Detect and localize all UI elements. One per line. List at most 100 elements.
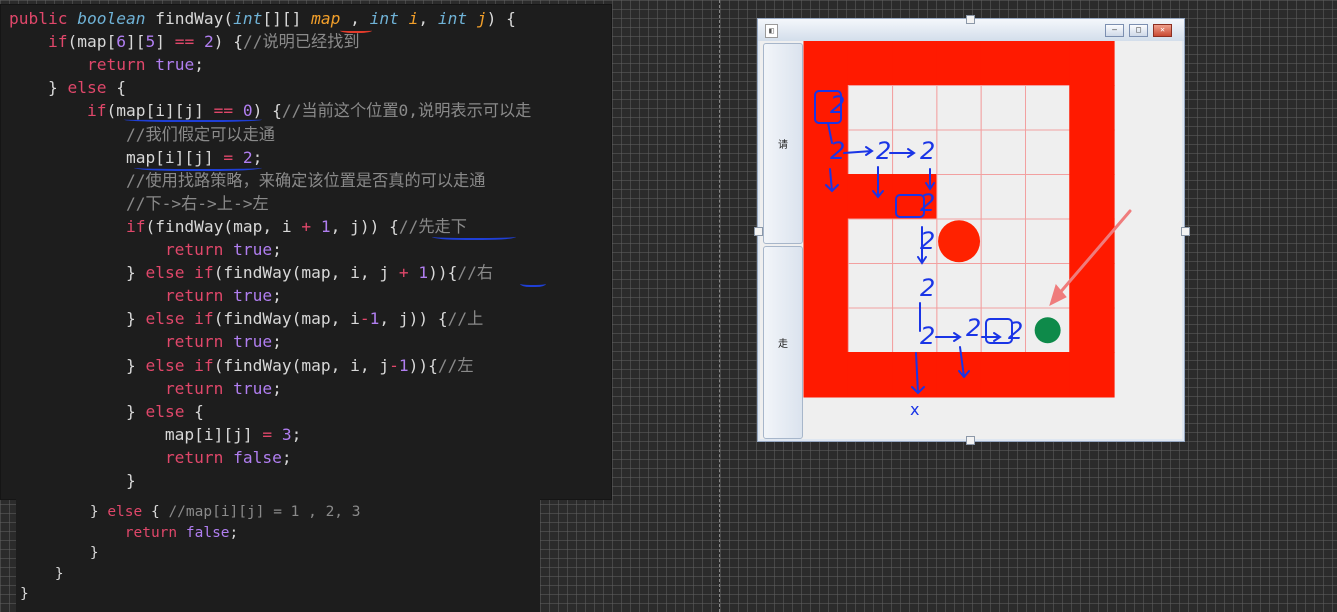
code-token: }: [9, 401, 146, 421]
maze-wall-cell: [803, 263, 849, 309]
code-token: else if: [145, 263, 214, 283]
code-token: map: [311, 9, 341, 28]
code-token: true: [233, 240, 273, 259]
annotation-two: 2: [830, 91, 845, 119]
code-line: return false;: [20, 523, 239, 543]
maze-open-cell: [892, 85, 938, 131]
resize-handle-top[interactable]: [966, 15, 975, 24]
code-token: return: [164, 286, 234, 306]
red-ball: [938, 220, 981, 263]
code-token: }: [9, 78, 68, 98]
annotation-two: 2: [920, 189, 935, 217]
maze-wall-cell: [803, 41, 849, 86]
code-token: true: [233, 378, 273, 398]
code-line: }: [20, 543, 99, 563]
code-token: ;: [272, 332, 282, 352]
code-token: }: [20, 586, 29, 602]
maze-window[interactable]: ◧ – □ ✕ 请 走 2222222222x: [757, 18, 1185, 442]
code-token: ;: [281, 447, 292, 467]
code-line: } else {: [9, 400, 204, 423]
maze-open-cell: [980, 174, 1026, 220]
code-line: return true;: [9, 377, 282, 400]
code-token: , j)) {: [379, 309, 448, 329]
maze-wall-cell: [847, 352, 894, 398]
maze-open-cell: [1025, 174, 1071, 220]
code-token: return: [86, 55, 156, 75]
minimize-button[interactable]: –: [1105, 24, 1124, 37]
maze-open-cell: [936, 174, 982, 220]
underline-assign-two: [134, 163, 262, 171]
code-token: (findWay(map, i, j: [213, 355, 390, 375]
code-token: int: [233, 9, 263, 28]
app-icon: ◧: [765, 24, 778, 38]
code-token: }: [20, 565, 64, 582]
code-token: i: [408, 9, 419, 28]
underline-equals-zero: [124, 116, 262, 122]
code-token: (findWay(map, i: [145, 216, 302, 236]
code-token: false: [233, 447, 282, 467]
code-token: }: [9, 355, 146, 375]
code-token: else: [107, 504, 143, 520]
code-token: findWay(: [155, 9, 234, 28]
maze-wall-cell: [847, 41, 894, 86]
code-token: else: [145, 401, 185, 421]
code-token: 1: [369, 309, 380, 329]
resize-handle-bottom[interactable]: [966, 436, 975, 445]
code-token: //上: [447, 309, 484, 329]
maze-wall-cell: [1025, 352, 1071, 398]
code-token: map[i][j]: [9, 424, 263, 444]
resize-handle-left[interactable]: [754, 227, 763, 236]
maze-open-cell: [847, 85, 894, 131]
maze-wall-cell: [847, 174, 894, 220]
code-token: //右: [457, 263, 494, 283]
code-editor-continuation[interactable]: } else { //map[i][j] = 1 , 2, 3 return f…: [16, 498, 540, 612]
code-token: (map[: [67, 32, 117, 52]
annotation-two: 2: [920, 274, 935, 302]
maze-wall-cell: [1069, 85, 1115, 131]
code-token: //我们假定可以走通: [125, 124, 275, 144]
maze-wall-cell: [980, 352, 1026, 398]
maze-open-cell: [936, 263, 982, 309]
code-line: return false;: [9, 446, 292, 469]
code-editor[interactable]: public boolean findWay(int[][] map , int…: [0, 4, 612, 500]
code-line: //我们假定可以走通: [9, 123, 275, 146]
code-token: return: [164, 332, 234, 352]
code-token: ==: [174, 32, 195, 52]
code-token: //使用找路策略，来确定该位置是否真的可以走通: [125, 170, 486, 190]
underline-go-down: [432, 232, 516, 240]
code-token: ][: [125, 32, 146, 52]
maze-open-cell: [1025, 85, 1071, 131]
resize-handle-right[interactable]: [1181, 227, 1190, 236]
maze-open-cell: [847, 307, 894, 353]
code-token: {: [142, 504, 169, 520]
maze-wall-cell: [1069, 41, 1115, 86]
code-token: j: [476, 9, 487, 28]
maze-wall-cell: [892, 41, 938, 86]
maze-open-cell: [1025, 129, 1071, 175]
close-button[interactable]: ✕: [1153, 24, 1172, 37]
code-token: else if: [145, 355, 214, 375]
green-ball: [1034, 317, 1061, 344]
code-token: ;: [272, 378, 282, 398]
code-line: //下->右->上->左: [9, 192, 269, 215]
code-line: return true;: [9, 238, 282, 261]
code-token: if: [47, 32, 68, 52]
code-token: ) {: [213, 32, 243, 52]
maximize-button[interactable]: □: [1129, 24, 1148, 37]
code-token: [][]: [262, 9, 312, 28]
annotation-two: 2: [920, 137, 935, 165]
code-token: //说明已经找到: [242, 32, 360, 52]
maze-wall-cell: [1069, 263, 1115, 309]
code-token: ,: [418, 9, 438, 28]
code-token: =: [262, 424, 273, 444]
code-token: )){: [408, 355, 438, 375]
code-token: ;: [291, 424, 302, 444]
code-token: )){: [428, 263, 458, 283]
